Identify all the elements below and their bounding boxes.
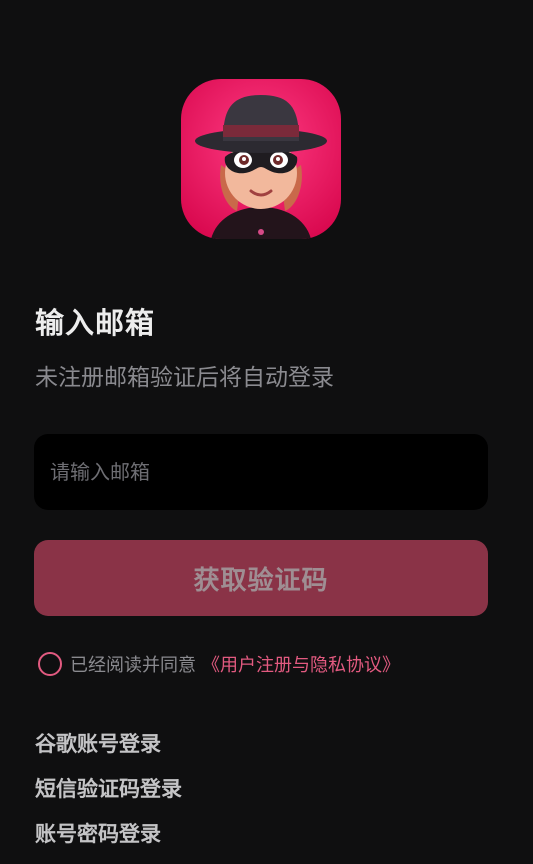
sms-login-link[interactable]: 短信验证码登录 <box>35 773 182 803</box>
agreement-link[interactable]: 《用户注册与隐私协议》 <box>202 651 400 677</box>
agreement-checkbox[interactable] <box>38 652 62 676</box>
email-field-container <box>34 434 488 510</box>
agreement-text: 已经阅读并同意 <box>70 655 196 676</box>
page-title: 输入邮箱 <box>35 306 156 340</box>
masked-character-icon <box>181 79 341 239</box>
password-login-link[interactable]: 账号密码登录 <box>35 818 161 848</box>
login-page: 输入邮箱 未注册邮箱验证后将自动登录 获取验证码 已经阅读并同意 《用户注册与隐… <box>0 0 533 864</box>
page-subtitle: 未注册邮箱验证后将自动登录 <box>35 365 334 391</box>
agreement-row: 已经阅读并同意 《用户注册与隐私协议》 <box>38 650 400 678</box>
google-login-link[interactable]: 谷歌账号登录 <box>35 728 161 758</box>
app-icon <box>181 79 341 239</box>
email-input[interactable] <box>34 434 488 510</box>
get-code-button[interactable]: 获取验证码 <box>34 540 488 616</box>
